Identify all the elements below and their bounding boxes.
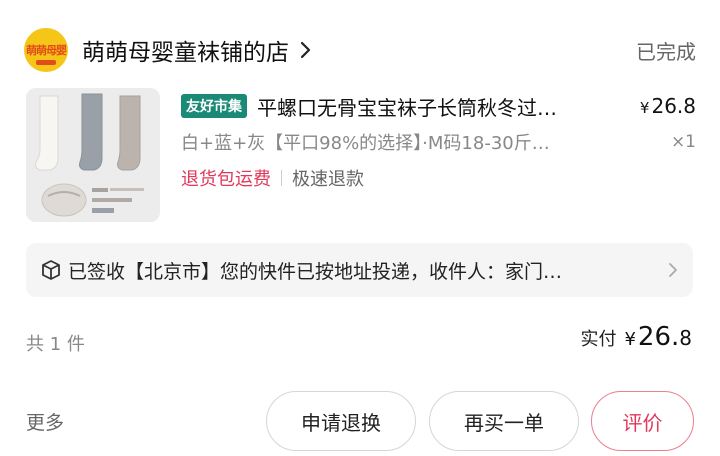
chevron-right-icon[interactable] [297, 39, 315, 61]
service-return-shipping: 退货包运费 [181, 169, 271, 190]
paid-label: 实付 [580, 329, 617, 350]
product-price: ¥26.8 [640, 94, 696, 118]
paid-currency: ¥ [624, 329, 636, 350]
product-info[interactable]: 友好市集 平螺口无骨宝宝袜子长筒秋冬过… ¥26.8 白+蓝+灰【平口98%的选… [181, 92, 696, 190]
order-status: 已完成 [636, 39, 696, 64]
product-tag: 友好市集 [181, 94, 247, 118]
shop-logo-text: 萌萌母婴 [26, 44, 67, 57]
service-fast-refund: 极速退款 [292, 169, 364, 190]
logistics-status: 已签收【北京市】您的快件已按地址投递，收件人：家门… [68, 260, 563, 283]
chevron-right-icon[interactable] [667, 261, 679, 279]
product-item[interactable]: 友好市集 平螺口无骨宝宝袜子长筒秋冬过… ¥26.8 白+蓝+灰【平口98%的选… [24, 88, 696, 222]
shop-logo-ribbon [36, 60, 56, 65]
service-divider [281, 170, 282, 186]
paid-amount-decimal: 8 [679, 326, 692, 350]
buy-again-button[interactable]: 再买一单 [429, 391, 579, 451]
paid-total: 实付 ¥ 26. 8 [580, 322, 692, 352]
shop-logo[interactable]: 萌萌母婴 [24, 28, 68, 72]
logistics-bar[interactable]: 已签收【北京市】您的快件已按地址投递，收件人：家门… [26, 243, 693, 297]
product-title[interactable]: 平螺口无骨宝宝袜子长筒秋冬过… [257, 92, 597, 121]
price-currency: ¥ [639, 99, 650, 117]
item-count: 共 1 件 [26, 334, 85, 355]
product-spec: 白+蓝+灰【平口98%的选择】·M码18-30斤… [181, 133, 550, 154]
product-quantity: ×1 [670, 132, 696, 152]
product-thumbnail[interactable] [26, 88, 160, 222]
paid-amount-integer: 26. [637, 322, 680, 352]
more-button[interactable]: 更多 [26, 408, 64, 435]
socks-image [26, 88, 160, 222]
price-value: 26.8 [651, 94, 696, 118]
shop-name[interactable]: 萌萌母婴童袜铺的店 [82, 33, 289, 67]
package-icon [42, 260, 60, 280]
shop-header[interactable]: 萌萌母婴 萌萌母婴童袜铺的店 已完成 [24, 26, 696, 74]
return-exchange-button[interactable]: 申请退换 [266, 391, 416, 451]
review-button[interactable]: 评价 [591, 391, 694, 451]
